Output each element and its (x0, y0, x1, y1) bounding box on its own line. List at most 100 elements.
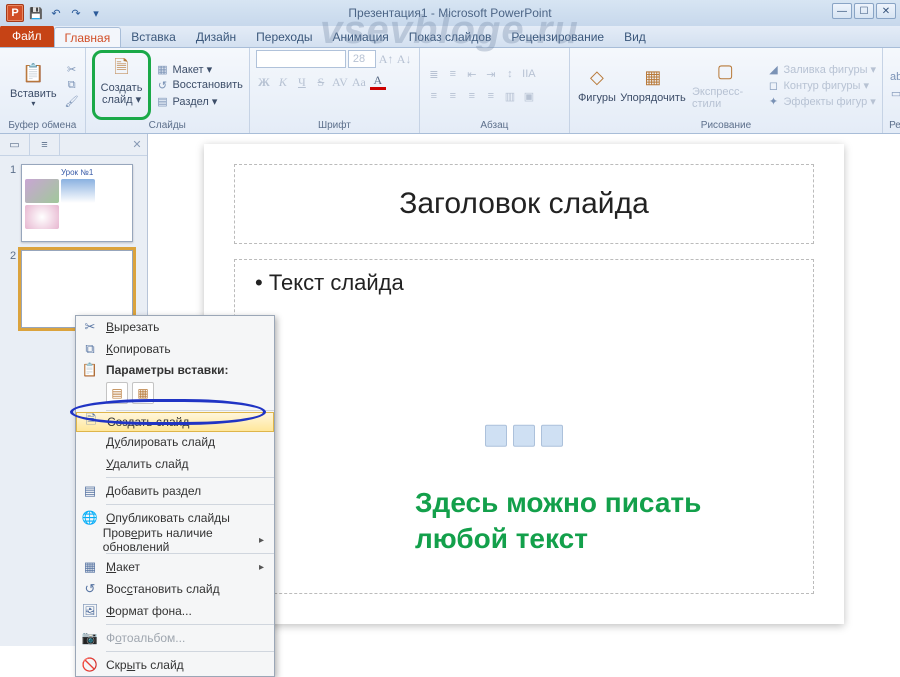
tab-view[interactable]: Вид (614, 27, 656, 47)
shapes-button[interactable]: ◇Фигуры (576, 50, 618, 120)
tab-slideshow[interactable]: Показ слайдов (399, 27, 502, 47)
tab-home[interactable]: Главная (54, 27, 122, 47)
ctx-add-section[interactable]: ▤Добавить раздел (76, 480, 274, 502)
justify-icon[interactable]: ≡ (483, 88, 499, 104)
shape-effects-button[interactable]: ✦Эффекты фигур ▾ (766, 94, 876, 108)
change-case-button[interactable]: Aa (351, 74, 367, 90)
reset-button[interactable]: ↺Восстановить (155, 78, 242, 92)
group-font-label: Шрифт (256, 120, 413, 133)
new-slide-button[interactable]: 🗎 Создать слайд ▾ (97, 54, 147, 108)
ctx-copy[interactable]: ⧉Копировать (76, 338, 274, 360)
qat-dropdown-icon[interactable]: ▾ (88, 5, 104, 21)
ctx-reset-slide[interactable]: ↺Восстановить слайд (76, 578, 274, 600)
ctx-format-bg[interactable]: 🖼Формат фона... (76, 600, 274, 622)
context-menu: ✂Вырезать ⧉Копировать 📋Параметры вставки… (75, 315, 275, 677)
group-font: 28 A↑ A↓ Ж К Ч S AV Aa A Шрифт (250, 48, 420, 133)
align-right-icon[interactable]: ≡ (464, 88, 480, 104)
paste-label: Вставить (10, 88, 57, 100)
section-icon: ▤ (155, 94, 169, 108)
section-button[interactable]: ▤Раздел ▾ (155, 94, 242, 108)
font-size-dropdown[interactable]: 28 (348, 50, 376, 68)
dec-indent-icon[interactable]: ⇤ (464, 66, 480, 82)
ctx-new-slide[interactable]: 🗎Создать слайд (76, 412, 274, 432)
new-slide-icon: 🗎 (110, 56, 134, 80)
window-title: Презентация1 - Microsoft PowerPoint (348, 6, 551, 20)
copy-icon: ⧉ (80, 341, 100, 357)
new-slide-label1: Создать (101, 82, 143, 94)
insert-smartart-icon[interactable] (541, 424, 563, 446)
select-button[interactable]: ▭Выдели (889, 86, 900, 100)
ctx-duplicate[interactable]: Дублировать слайд (76, 431, 274, 453)
paste-option-2-icon[interactable]: ▦ (132, 382, 154, 404)
replace-button[interactable]: abЗамен (889, 70, 900, 84)
thumb-pane-close-icon[interactable]: ✕ (127, 134, 147, 155)
ctx-paste-options: ▤ ▦ (76, 380, 274, 408)
quick-styles-button[interactable]: ▢Экспресс-стили (688, 50, 762, 120)
close-button[interactable]: ✕ (876, 3, 896, 19)
save-icon[interactable]: 💾 (28, 5, 44, 21)
underline-button[interactable]: Ч (294, 74, 310, 90)
paste-button[interactable]: 📋 Вставить ▾ (6, 50, 61, 120)
format-painter-icon[interactable]: 🖌 (65, 94, 79, 108)
redo-icon[interactable]: ↷ (68, 5, 84, 21)
cut-icon[interactable]: ✂ (65, 62, 79, 76)
font-name-dropdown[interactable] (256, 50, 346, 68)
layout-icon: ▦ (80, 559, 100, 575)
slide-canvas[interactable]: Заголовок слайда • Текст слайда Здесь мо… (204, 144, 844, 624)
inc-indent-icon[interactable]: ⇥ (483, 66, 499, 82)
paste-options-icon: 📋 (80, 362, 100, 378)
numbering-icon[interactable]: ≡ (445, 66, 461, 82)
layout-button[interactable]: ▦Макет ▾ (155, 62, 242, 76)
annotation-overlay: Здесь можно писать любой текст (415, 485, 701, 558)
italic-button[interactable]: К (275, 74, 291, 90)
maximize-button[interactable]: ☐ (854, 3, 874, 19)
outline-tab-icon[interactable]: ≡ (30, 134, 60, 155)
strike-button[interactable]: S (313, 74, 329, 90)
arrange-icon: ▦ (641, 66, 665, 90)
font-color-button[interactable]: A (370, 74, 386, 90)
title-placeholder[interactable]: Заголовок слайда (234, 164, 814, 244)
tab-animations[interactable]: Анимация (322, 27, 398, 47)
char-spacing-button[interactable]: AV (332, 74, 348, 90)
tab-review[interactable]: Рецензирование (501, 27, 614, 47)
shape-fill-button[interactable]: ◢Заливка фигуры ▾ (766, 62, 876, 76)
paste-option-1-icon[interactable]: ▤ (106, 382, 128, 404)
group-clipboard: 📋 Вставить ▾ ✂ ⧉ 🖌 Буфер обмена (0, 48, 86, 133)
ctx-cut[interactable]: ✂Вырезать (76, 316, 274, 338)
slides-tab-icon[interactable]: ▭ (0, 134, 30, 155)
shape-outline-button[interactable]: ◻Контур фигуры ▾ (766, 78, 876, 92)
album-icon: 📷 (80, 630, 100, 646)
insert-chart-icon[interactable] (513, 424, 535, 446)
tab-transitions[interactable]: Переходы (246, 27, 322, 47)
cut-icon: ✂ (80, 319, 100, 335)
columns-icon[interactable]: ▥ (502, 88, 518, 104)
file-tab[interactable]: Файл (0, 25, 54, 47)
copy-icon[interactable]: ⧉ (65, 78, 79, 92)
align-left-icon[interactable]: ≡ (426, 88, 442, 104)
bullets-icon[interactable]: ≣ (426, 66, 442, 82)
ctx-check-updates[interactable]: Проверить наличие обновлений▸ (76, 529, 274, 551)
tab-design[interactable]: Дизайн (186, 27, 246, 47)
text-direction-icon[interactable]: IIA (521, 66, 537, 82)
shrink-font-icon[interactable]: A↓ (396, 51, 412, 67)
thumb-1-title: Урок №1 (25, 168, 129, 177)
convert-smartart-icon[interactable]: ▣ (521, 88, 537, 104)
ribbon-tabs: Файл Главная Вставка Дизайн Переходы Ани… (0, 26, 900, 48)
bold-button[interactable]: Ж (256, 74, 272, 90)
align-center-icon[interactable]: ≡ (445, 88, 461, 104)
content-placeholder[interactable]: • Текст слайда Здесь можно писать любой … (234, 259, 814, 594)
grow-font-icon[interactable]: A↑ (378, 51, 394, 67)
ctx-layout[interactable]: ▦Макет▸ (76, 556, 274, 578)
line-spacing-icon[interactable]: ↕ (502, 66, 518, 82)
group-slides: 🗎 Создать слайд ▾ ▦Макет ▾ ↺Восстановить… (86, 48, 250, 133)
ctx-delete[interactable]: Удалить слайд (76, 453, 274, 475)
tab-insert[interactable]: Вставка (121, 27, 186, 47)
content-insert-icons[interactable] (485, 424, 563, 446)
arrange-button[interactable]: ▦Упорядочить (622, 50, 684, 120)
thumbnail-1[interactable]: 1 Урок №1 (10, 164, 137, 242)
insert-table-icon[interactable] (485, 424, 507, 446)
minimize-button[interactable]: — (832, 3, 852, 19)
group-editing: abЗамен ▭Выдели Редактир (883, 48, 900, 133)
undo-icon[interactable]: ↶ (48, 5, 64, 21)
ctx-hide-slide[interactable]: 🚫Скрыть слайд (76, 654, 274, 676)
